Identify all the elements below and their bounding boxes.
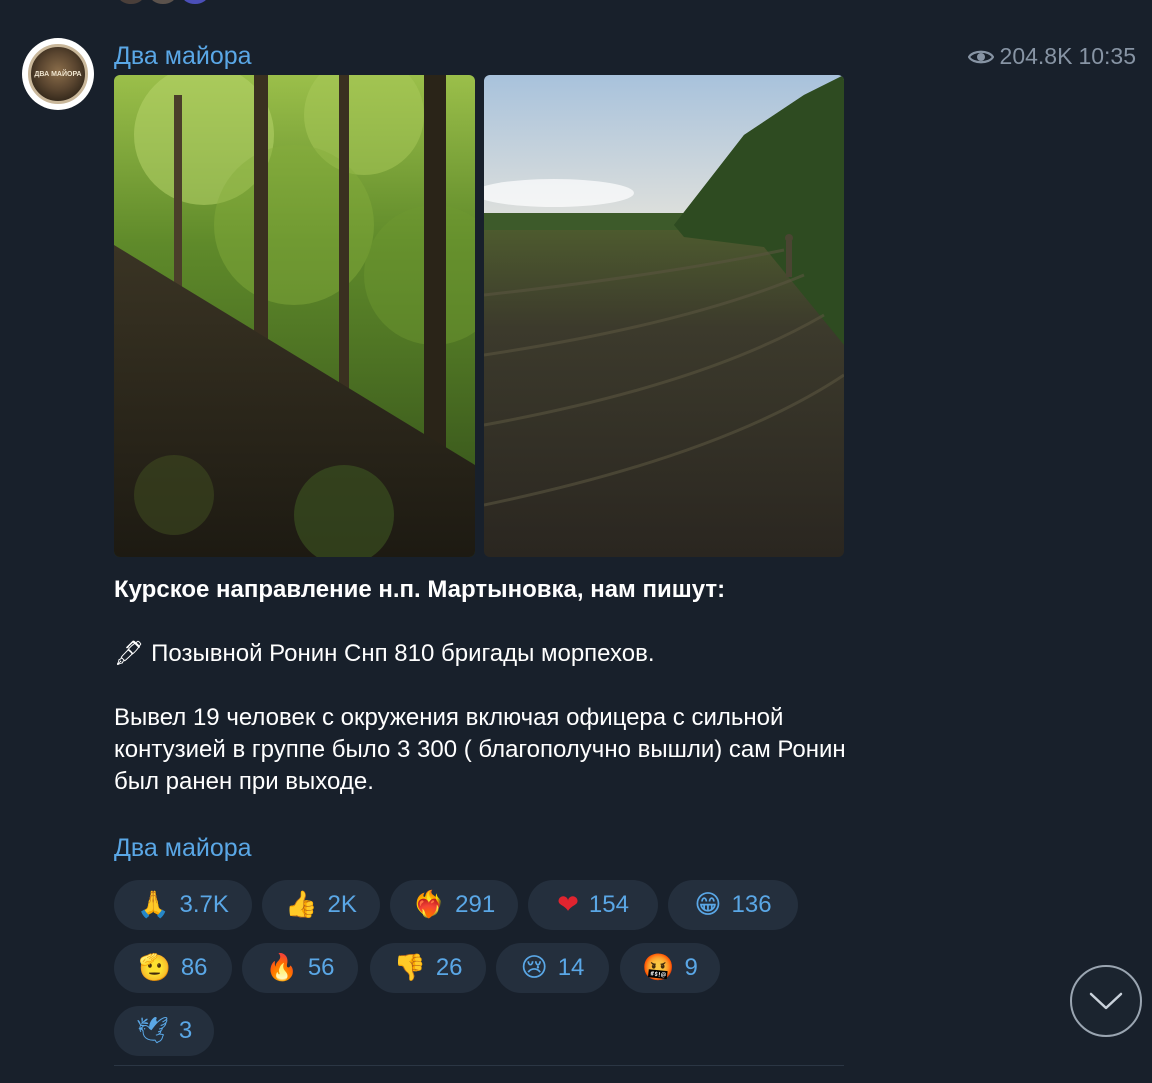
dove-icon: 🕊 xyxy=(135,1016,169,1046)
channel-avatar-logo: ДВА МАЙОРА xyxy=(28,44,88,104)
cursing-face-icon: 🤬 xyxy=(642,953,675,983)
photo-forest[interactable] xyxy=(114,75,475,557)
message-divider xyxy=(114,1065,844,1066)
reaction-heart[interactable]: ❤ 154 xyxy=(528,880,658,930)
pray-icon: 🙏 xyxy=(137,890,170,920)
reaction-grin[interactable]: 😁 136 xyxy=(668,880,798,930)
reaction-dove[interactable]: 🕊 3 xyxy=(114,1006,214,1056)
reaction-fire[interactable]: 🔥 56 xyxy=(242,943,358,993)
reaction-cry[interactable]: 😢 14 xyxy=(496,943,609,993)
scroll-down-button[interactable] xyxy=(1070,965,1142,1037)
eye-icon xyxy=(967,50,994,63)
pen-icon: 🖋 xyxy=(114,640,145,667)
top-avatar-strip xyxy=(118,0,208,4)
post-paragraph: Вывел 19 человек с окружения включая офи… xyxy=(114,704,846,795)
post-headline: Курское направление н.п. Мартыновка, нам… xyxy=(114,576,726,603)
reaction-count: 3.7K xyxy=(179,891,229,918)
photo-field[interactable] xyxy=(484,75,844,557)
thumbs-up-icon: 👍 xyxy=(285,890,318,920)
post-meta: 204.8K 10:35 xyxy=(967,43,1136,70)
thumbs-down-icon: 👎 xyxy=(393,953,426,983)
reaction-heart-on-fire[interactable]: ❤‍🔥 291 xyxy=(390,880,518,930)
post-signature-link[interactable]: Два майора xyxy=(114,834,252,863)
reaction-count: 14 xyxy=(557,954,585,981)
post-time: 10:35 xyxy=(1078,43,1136,69)
fire-icon: 🔥 xyxy=(265,953,298,983)
reaction-count: 291 xyxy=(455,891,496,918)
chevron-down-icon xyxy=(1089,992,1123,1010)
reaction-count: 56 xyxy=(307,954,335,981)
channel-name[interactable]: Два майора xyxy=(114,42,252,71)
reaction-count: 9 xyxy=(684,954,698,981)
post-text: Курское направление н.п. Мартыновка, нам… xyxy=(114,574,854,798)
heart-icon: ❤ xyxy=(557,890,579,920)
heart-on-fire-icon: ❤‍🔥 xyxy=(412,890,446,920)
reaction-count: 136 xyxy=(731,891,772,918)
photo-album xyxy=(114,75,844,557)
reaction-salute[interactable]: 🫡 86 xyxy=(114,943,232,993)
reaction-pray[interactable]: 🙏 3.7K xyxy=(114,880,252,930)
reaction-thumbs-down[interactable]: 👎 26 xyxy=(370,943,486,993)
reaction-count: 3 xyxy=(178,1017,193,1044)
salute-icon: 🫡 xyxy=(138,953,171,983)
grin-icon: 😁 xyxy=(694,890,722,920)
reaction-thumbs-up[interactable]: 👍 2K xyxy=(262,880,380,930)
reaction-cursing[interactable]: 🤬 9 xyxy=(620,943,720,993)
cry-icon: 😢 xyxy=(520,953,548,983)
post-line-1-text: Позывной Ронин Снп 810 бригады морпехов. xyxy=(151,640,655,667)
reaction-count: 26 xyxy=(435,954,463,981)
post-line-1: 🖋 Позывной Ронин Снп 810 бригады морпехо… xyxy=(114,638,854,670)
reaction-count: 86 xyxy=(180,954,208,981)
reaction-count: 2K xyxy=(327,891,357,918)
view-count: 204.8K xyxy=(999,43,1073,69)
reaction-count: 154 xyxy=(588,891,629,918)
channel-avatar[interactable]: ДВА МАЙОРА xyxy=(22,38,94,110)
